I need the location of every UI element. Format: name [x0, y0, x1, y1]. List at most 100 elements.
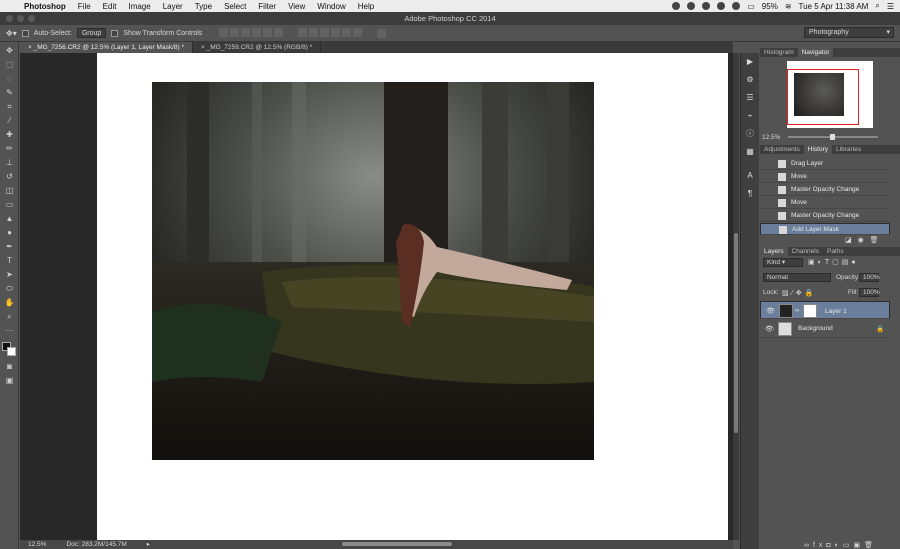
menu-layer[interactable]: Layer [157, 2, 189, 11]
status-icon[interactable] [702, 2, 711, 10]
quick-select-tool-icon[interactable]: ✎ [4, 88, 15, 97]
navigator-view-box[interactable] [787, 69, 859, 125]
menu-help[interactable]: Help [352, 2, 380, 11]
align-right-icon[interactable] [274, 27, 284, 37]
lasso-tool-icon[interactable]: ◌ [4, 74, 15, 83]
trash-icon[interactable]: 🗑 [870, 237, 879, 244]
forest-photo[interactable] [152, 82, 594, 460]
history-item[interactable]: Master Opacity Change [760, 184, 890, 196]
more-tools-icon[interactable]: ··· [4, 326, 15, 335]
layer-mask-thumbnail[interactable] [803, 304, 817, 318]
hand-tool-icon[interactable]: ✋ [4, 298, 15, 307]
status-icon[interactable] [687, 2, 696, 10]
type-tool-icon[interactable]: T [4, 256, 15, 265]
scroll-thumb[interactable] [734, 233, 738, 433]
document-tab[interactable]: × _MG_7256.CR2 @ 12.5% (Layer 1, Layer M… [20, 42, 193, 53]
quick-mask-icon[interactable]: ◙ [4, 362, 15, 371]
snapshot-icon[interactable]: ◪ [845, 237, 852, 244]
tab-close-icon[interactable]: × [201, 44, 205, 51]
distribute-bottom-icon[interactable] [320, 27, 330, 37]
path-selection-tool-icon[interactable]: ➤ [4, 270, 15, 279]
close-window-button[interactable] [6, 15, 13, 22]
clock[interactable]: Tue 5 Apr 11:38 AM [799, 2, 869, 11]
minimize-window-button[interactable] [17, 15, 24, 22]
tab-paths[interactable]: Paths [823, 247, 848, 256]
auto-select-checkbox[interactable] [21, 29, 29, 37]
marquee-tool-icon[interactable]: ⬚ [4, 60, 15, 69]
eyedropper-tool-icon[interactable]: ⁄ [4, 116, 15, 125]
play-action-icon[interactable]: ▶ [744, 57, 756, 67]
layer-name[interactable]: Background [798, 325, 833, 332]
eraser-tool-icon[interactable]: ◫ [4, 186, 15, 195]
align-bottom-icon[interactable] [241, 27, 251, 37]
wifi-icon[interactable]: ≋ [785, 2, 792, 11]
tab-adjustments[interactable]: Adjustments [760, 145, 804, 154]
tab-layers[interactable]: Layers [760, 247, 788, 256]
menu-filter[interactable]: Filter [252, 2, 282, 11]
status-icon[interactable] [732, 2, 741, 10]
doc-size[interactable]: Doc: 283.2M/145.7M [66, 540, 126, 549]
distribute-hcenter-icon[interactable] [342, 27, 352, 37]
layer-thumbnail[interactable] [778, 322, 792, 336]
distribute-vcenter-icon[interactable] [309, 27, 319, 37]
pen-tool-icon[interactable]: ✒ [4, 242, 15, 251]
dodge-tool-icon[interactable]: ● [4, 228, 15, 237]
tab-libraries[interactable]: Libraries [832, 145, 865, 154]
tab-channels[interactable]: Channels [788, 247, 823, 256]
auto-align-icon[interactable] [377, 28, 387, 38]
layer-row-background[interactable]: 👁 Background 🔒 [760, 320, 890, 338]
history-item[interactable]: Move [760, 197, 890, 209]
zoom-window-button[interactable] [28, 15, 35, 22]
menu-file[interactable]: File [72, 2, 97, 11]
menu-window[interactable]: Window [311, 2, 351, 11]
history-item[interactable]: Move [760, 171, 890, 183]
menu-view[interactable]: View [282, 2, 311, 11]
camera-icon[interactable]: ◉ [858, 237, 864, 244]
auto-select-dropdown[interactable]: Group [76, 28, 107, 38]
menu-type[interactable]: Type [189, 2, 218, 11]
shape-tool-icon[interactable]: ⬭ [4, 284, 15, 293]
layer-filter-kind[interactable]: Kind ▾ [763, 258, 803, 267]
tab-history[interactable]: History [803, 145, 833, 154]
brush-tool-icon[interactable]: ✏ [4, 144, 15, 153]
gradient-tool-icon[interactable]: ▭ [4, 200, 15, 209]
adjustments-icon[interactable]: ⚙ [744, 75, 756, 85]
clone-stamp-tool-icon[interactable]: ⊥ [4, 158, 15, 167]
character-icon[interactable]: A [744, 171, 756, 181]
info-icon[interactable]: ⓘ [744, 129, 756, 139]
move-tool-icon[interactable]: ✥ [4, 46, 15, 55]
history-item[interactable]: Drag Layer [760, 158, 890, 170]
notification-icon[interactable]: ☰ [887, 2, 894, 11]
distribute-top-icon[interactable] [298, 27, 308, 37]
zoom-tool-icon[interactable]: ⌕ [4, 312, 15, 321]
menu-edit[interactable]: Edit [97, 2, 123, 11]
layer-name[interactable]: Layer 1 [825, 307, 847, 316]
visibility-eye-icon[interactable]: 👁 [766, 307, 775, 316]
distribute-left-icon[interactable] [331, 27, 341, 37]
battery-icon[interactable]: ▭ [747, 2, 755, 11]
blend-mode-dropdown[interactable]: Normal [763, 273, 831, 282]
brush-presets-icon[interactable]: ⌁ [744, 111, 756, 121]
spotlight-icon[interactable]: ⌕ [875, 1, 879, 11]
slider-handle[interactable] [830, 134, 835, 140]
history-brush-tool-icon[interactable]: ↺ [4, 172, 15, 181]
document-tab[interactable]: × _MG_7259.CR2 @ 12.5% (RGB/8) * [193, 42, 322, 53]
paragraph-icon[interactable]: ¶ [744, 189, 756, 199]
menu-app[interactable]: Photoshop [18, 2, 72, 11]
layers-footer-icons[interactable]: ∞fx◘◐▭▣🗑 [804, 541, 877, 549]
navigator-preview[interactable] [787, 61, 873, 128]
opacity-input[interactable]: 100% [859, 273, 880, 282]
blur-tool-icon[interactable]: ▲ [4, 214, 15, 223]
navigator-zoom-value[interactable]: 12.5% [762, 134, 780, 141]
zoom-level[interactable]: 12.5% [28, 540, 46, 549]
align-left-icon[interactable] [252, 27, 262, 37]
tab-close-icon[interactable]: × [28, 44, 32, 51]
background-color-swatch[interactable] [7, 347, 16, 356]
menu-select[interactable]: Select [218, 2, 252, 11]
status-icon[interactable] [672, 2, 681, 10]
status-icon[interactable] [717, 2, 726, 10]
layer-filter-icons[interactable]: ▣◐T▢▤● [808, 258, 859, 266]
link-icon[interactable]: ∞ [795, 307, 799, 316]
align-hcenter-icon[interactable] [263, 27, 273, 37]
horizontal-scrollbar[interactable] [342, 542, 452, 546]
